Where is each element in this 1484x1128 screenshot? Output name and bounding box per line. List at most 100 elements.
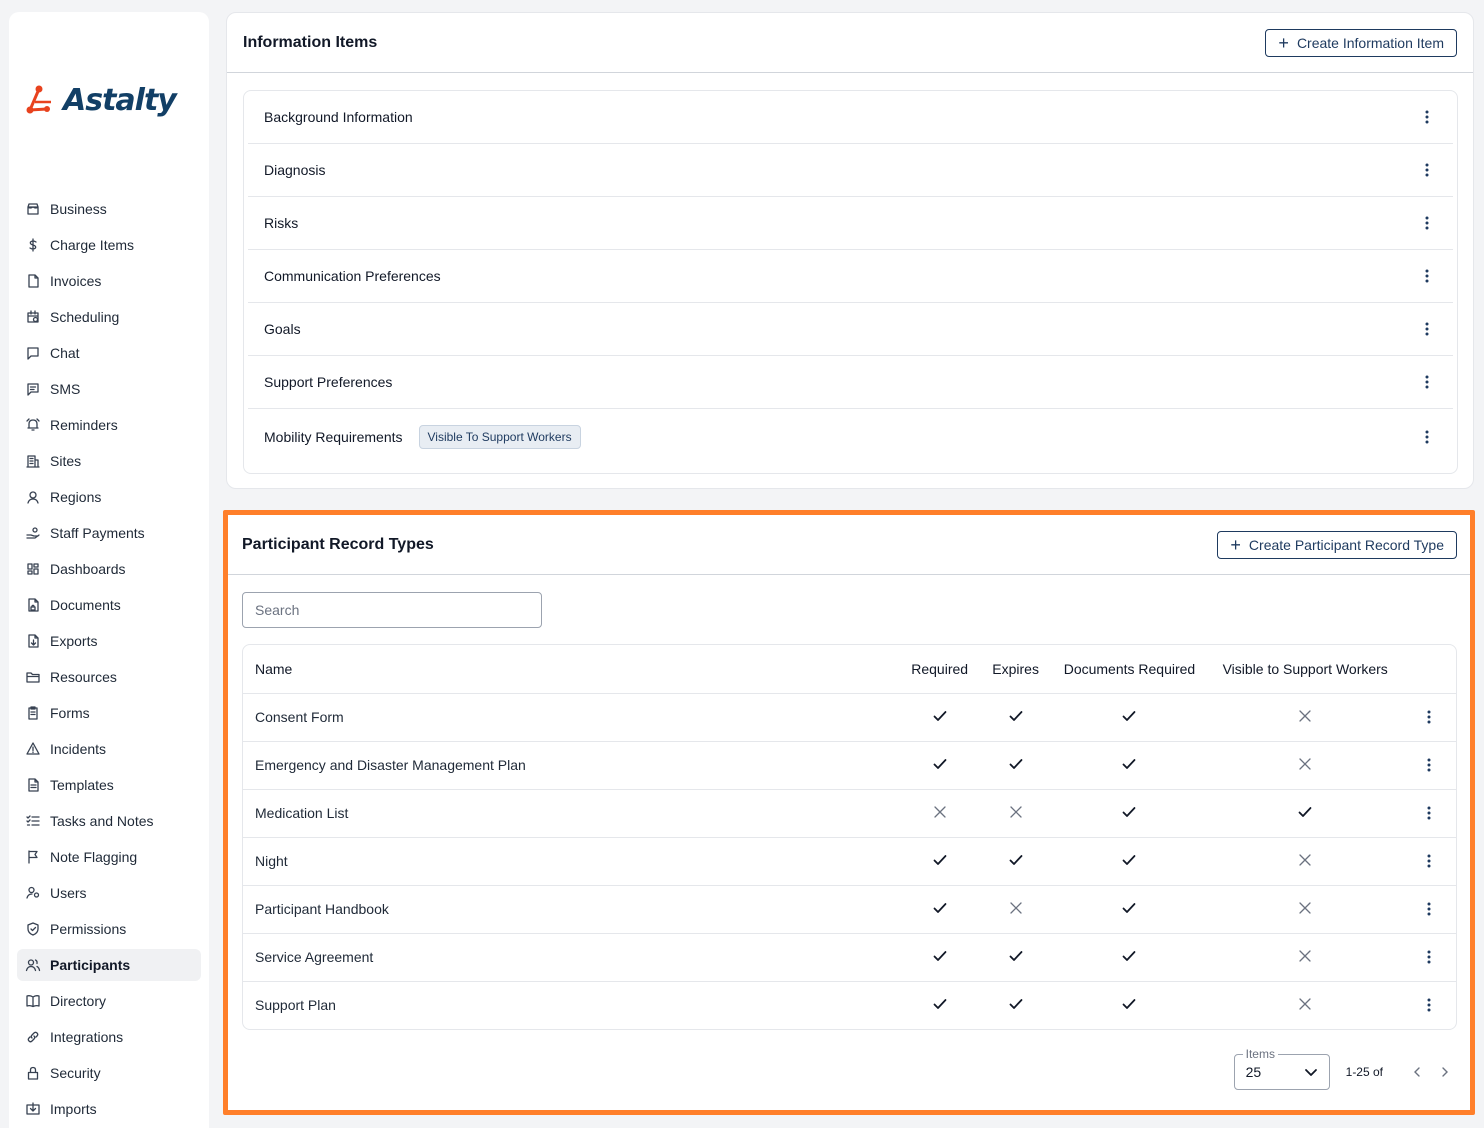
- more-options-icon[interactable]: [1419, 995, 1439, 1015]
- sidebar-item-label: Users: [50, 885, 87, 901]
- sidebar-item-templates[interactable]: Templates: [17, 769, 201, 801]
- next-page-button[interactable]: [1433, 1060, 1457, 1084]
- list-item[interactable]: Mobility Requirements Visible To Support …: [248, 409, 1453, 465]
- more-options-icon[interactable]: [1419, 707, 1439, 727]
- file-down-icon: [25, 633, 41, 649]
- list-item[interactable]: Diagnosis: [248, 144, 1453, 197]
- sidebar-item-integrations[interactable]: Integrations: [17, 1021, 201, 1053]
- column-header-expires[interactable]: Expires: [981, 645, 1050, 694]
- user-cog-icon: [25, 885, 41, 901]
- sidebar-item-label: Directory: [50, 993, 107, 1009]
- participant-record-types-header: Participant Record Types + Create Partic…: [228, 515, 1470, 575]
- table-row[interactable]: Emergency and Disaster Management Plan: [243, 741, 1456, 790]
- column-header-visible-to-support-workers[interactable]: Visible to Support Workers: [1209, 645, 1402, 694]
- sidebar-item-staff-payments[interactable]: Staff Payments: [17, 517, 201, 549]
- sidebar-item-reminders[interactable]: Reminders: [17, 409, 201, 441]
- list-item[interactable]: Support Preferences: [248, 356, 1453, 409]
- more-options-icon[interactable]: [1417, 372, 1437, 392]
- check-icon: [931, 995, 949, 1013]
- sidebar-item-sms[interactable]: SMS: [17, 373, 201, 405]
- sidebar-item-invoices[interactable]: Invoices: [17, 265, 201, 297]
- sidebar-item-forms[interactable]: Forms: [17, 697, 201, 729]
- sidebar-item-resources[interactable]: Resources: [17, 661, 201, 693]
- more-options-icon[interactable]: [1417, 213, 1437, 233]
- sidebar-item-label: Sites: [50, 453, 82, 469]
- expires-cell: [981, 933, 1050, 982]
- more-options-icon[interactable]: [1419, 899, 1439, 919]
- more-options-icon[interactable]: [1419, 803, 1439, 823]
- more-options-icon[interactable]: [1417, 160, 1437, 180]
- sidebar-item-scheduling[interactable]: Scheduling: [17, 301, 201, 333]
- sidebar-item-note-flagging[interactable]: Note Flagging: [17, 841, 201, 873]
- x-icon: [1296, 899, 1314, 917]
- table-row[interactable]: Consent Form: [243, 693, 1456, 742]
- sidebar-item-sites[interactable]: Sites: [17, 445, 201, 477]
- information-items-title: Information Items: [243, 33, 378, 51]
- check-icon: [1007, 995, 1025, 1013]
- items-per-page-select[interactable]: Items 25: [1233, 1047, 1330, 1090]
- search-input[interactable]: [242, 592, 542, 628]
- sidebar-item-regions[interactable]: Regions: [17, 481, 201, 513]
- list-item[interactable]: Background Information: [248, 91, 1453, 144]
- column-header-name[interactable]: Name: [243, 645, 898, 694]
- column-header-required[interactable]: Required: [897, 645, 982, 694]
- actions-cell: [1401, 933, 1456, 982]
- sidebar-item-documents[interactable]: Documents: [17, 589, 201, 621]
- more-options-icon[interactable]: [1419, 755, 1439, 775]
- sidebar-item-security[interactable]: Security: [17, 1057, 201, 1089]
- sidebar-item-permissions[interactable]: Permissions: [17, 913, 201, 945]
- create-information-item-label: Create Information Item: [1296, 34, 1444, 51]
- sidebar-item-business[interactable]: Business: [17, 193, 201, 225]
- brand-name: Astalty: [63, 82, 177, 118]
- record-type-name: Participant Handbook: [243, 885, 898, 934]
- actions-cell: [1401, 741, 1456, 790]
- sidebar-item-users[interactable]: Users: [17, 877, 201, 909]
- items-per-page-value: 25: [1245, 1064, 1262, 1080]
- table-row[interactable]: Participant Handbook: [243, 885, 1456, 934]
- previous-page-button[interactable]: [1405, 1060, 1429, 1084]
- more-options-icon[interactable]: [1417, 266, 1437, 286]
- sidebar-item-dashboards[interactable]: Dashboards: [17, 553, 201, 585]
- more-options-icon[interactable]: [1419, 947, 1439, 967]
- sidebar-item-chat[interactable]: Chat: [17, 337, 201, 369]
- information-item-label: Risks: [264, 215, 299, 231]
- x-icon: [1007, 803, 1025, 821]
- astalty-logo[interactable]: Astalty: [25, 78, 195, 122]
- information-item-label: Background Information: [264, 109, 413, 125]
- list-item[interactable]: Risks: [248, 197, 1453, 250]
- table-row[interactable]: Support Plan: [243, 981, 1456, 1029]
- sidebar-item-label: SMS: [50, 381, 81, 397]
- sidebar-item-participants[interactable]: Participants: [17, 949, 201, 981]
- documents-required-cell: [1049, 741, 1210, 790]
- sidebar-item-tasks-and-notes[interactable]: Tasks and Notes: [17, 805, 201, 837]
- store-icon: [25, 201, 41, 217]
- chevron-down-icon: [1304, 1069, 1317, 1076]
- column-header-actions: [1401, 645, 1456, 694]
- list-item[interactable]: Communication Preferences: [248, 250, 1453, 303]
- more-options-icon[interactable]: [1417, 427, 1437, 447]
- sidebar-item-incidents[interactable]: Incidents: [17, 733, 201, 765]
- record-type-name: Night: [243, 837, 898, 886]
- more-options-icon[interactable]: [1417, 107, 1437, 127]
- sidebar-item-exports[interactable]: Exports: [17, 625, 201, 657]
- create-participant-record-type-button[interactable]: + Create Participant Record Type: [1217, 530, 1457, 559]
- sidebar-item-directory[interactable]: Directory: [17, 985, 201, 1017]
- check-icon: [1120, 803, 1138, 821]
- sidebar-item-imports[interactable]: Imports: [17, 1093, 201, 1125]
- chevron-left-icon: [1414, 1067, 1420, 1077]
- list-item[interactable]: Goals: [248, 303, 1453, 356]
- sidebar-item-charge-items[interactable]: Charge Items: [17, 229, 201, 261]
- record-type-name: Emergency and Disaster Management Plan: [243, 741, 898, 790]
- information-item-label: Mobility Requirements: [264, 429, 403, 445]
- table-row[interactable]: Medication List: [243, 789, 1456, 838]
- create-information-item-button[interactable]: + Create Information Item: [1265, 28, 1457, 57]
- more-options-icon[interactable]: [1419, 851, 1439, 871]
- actions-cell: [1401, 837, 1456, 886]
- column-header-documents-required[interactable]: Documents Required: [1049, 645, 1210, 694]
- more-options-icon[interactable]: [1417, 319, 1437, 339]
- record-type-name: Service Agreement: [243, 933, 898, 982]
- table-row[interactable]: Night: [243, 837, 1456, 886]
- pagination-range: 1-25 of: [1345, 1065, 1383, 1079]
- plus-icon: +: [1278, 32, 1289, 53]
- table-row[interactable]: Service Agreement: [243, 933, 1456, 982]
